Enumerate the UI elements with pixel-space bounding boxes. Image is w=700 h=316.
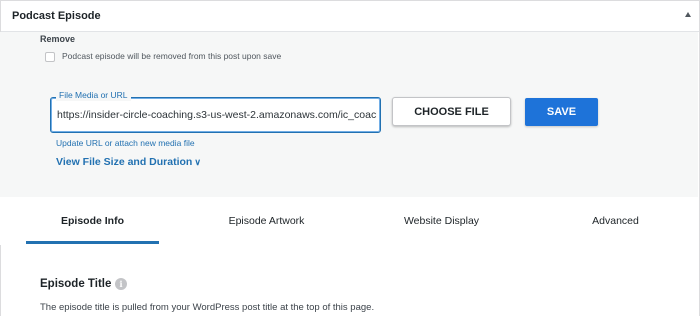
tab-website-display[interactable]: Website Display <box>375 197 508 245</box>
chevron-down-icon: ∨ <box>194 157 201 167</box>
view-file-size-link[interactable]: View File Size and Duration ∨ <box>56 156 201 168</box>
panel-title: Podcast Episode <box>12 10 101 22</box>
tab-episode-info[interactable]: Episode Info <box>26 197 159 245</box>
remove-label: Remove <box>40 34 76 44</box>
episode-tabs: Episode Info Episode Artwork Website Dis… <box>0 197 698 245</box>
panel-header: Podcast Episode <box>1 1 699 32</box>
file-url-legend: File Media or URL <box>56 89 131 101</box>
view-file-size-label: View File Size and Duration <box>56 156 193 168</box>
file-url-value[interactable]: https://insider-circle-coaching.s3-us-we… <box>57 109 377 121</box>
choose-file-button[interactable]: CHOOSE FILE <box>392 97 511 126</box>
remove-checkbox[interactable] <box>45 52 55 62</box>
info-icon[interactable]: i <box>115 278 127 290</box>
remove-description: Podcast episode will be removed from thi… <box>62 51 282 61</box>
tab-advanced[interactable]: Advanced <box>549 197 682 245</box>
tab-episode-artwork[interactable]: Episode Artwork <box>200 197 333 245</box>
triangle-up-icon[interactable] <box>685 12 691 17</box>
active-tab-indicator <box>26 241 159 244</box>
update-url-link[interactable]: Update URL or attach new media file <box>56 138 195 148</box>
episode-title-heading: Episode Title <box>40 278 112 290</box>
save-button[interactable]: SAVE <box>525 98 598 126</box>
episode-title-description: The episode title is pulled from your Wo… <box>40 302 375 313</box>
